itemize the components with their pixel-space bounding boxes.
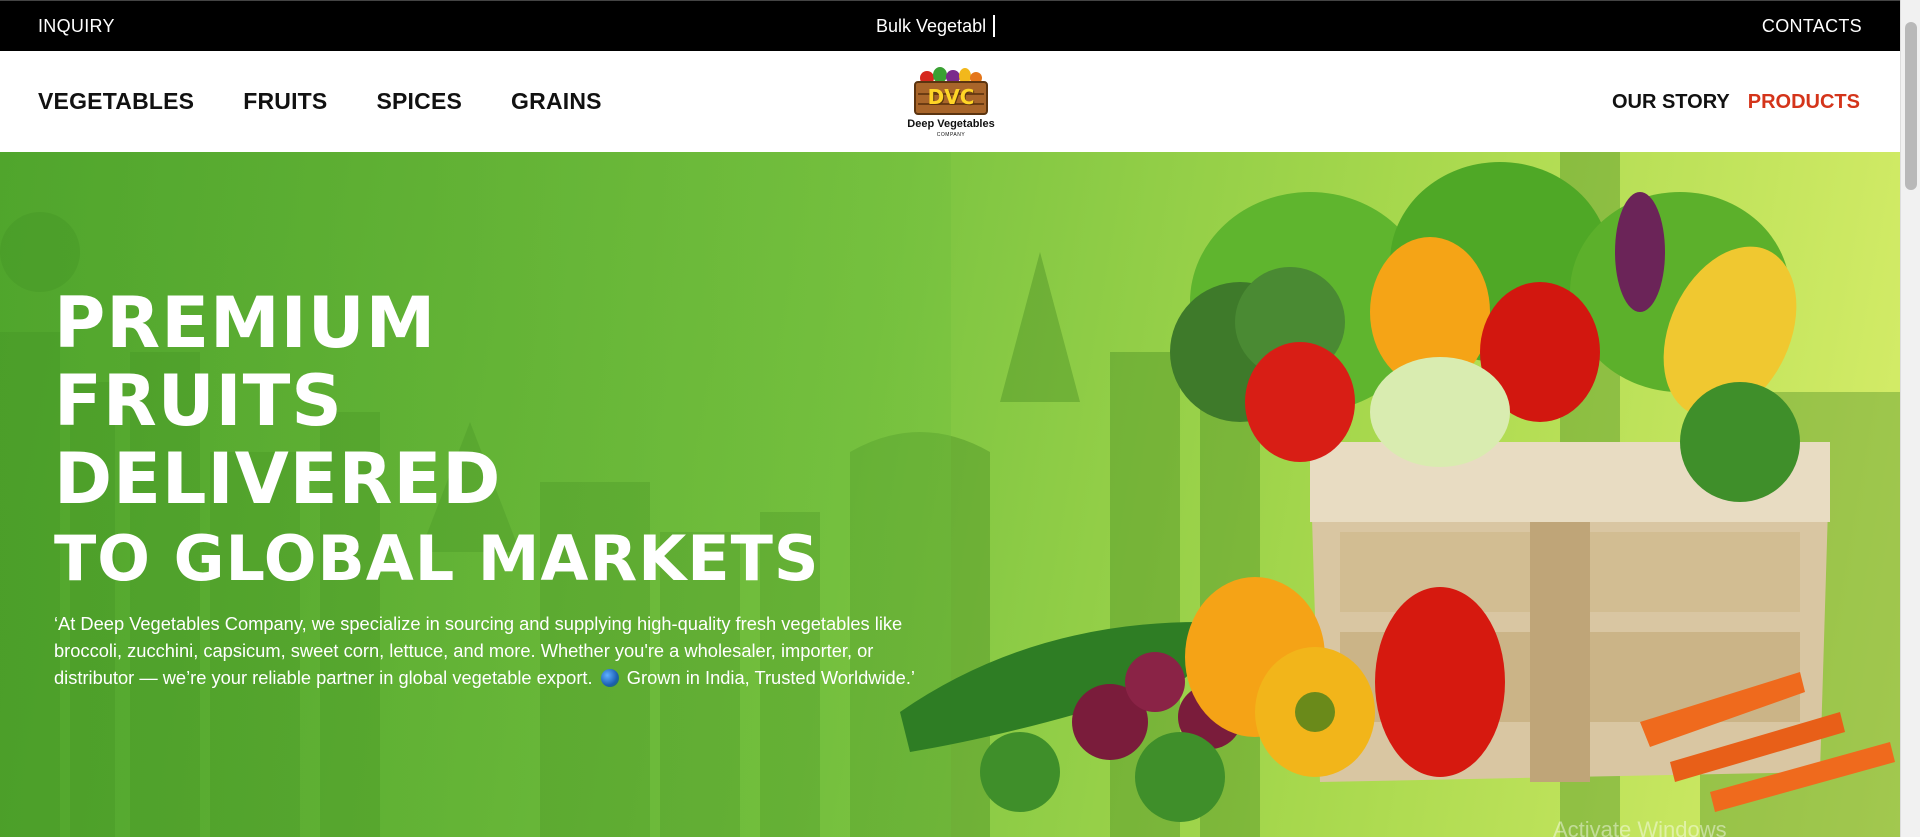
- top-bar: INQUIRY Bulk Vegetabl CONTACTS: [0, 0, 1900, 51]
- logo-name: Deep Vegetables: [907, 118, 995, 130]
- scrollbar-thumb[interactable]: [1905, 22, 1917, 190]
- activate-windows-watermark: Activate Windows: [1553, 817, 1727, 837]
- logo-sub: COMPANY: [936, 132, 966, 138]
- contacts-link[interactable]: CONTACTS: [1762, 16, 1862, 37]
- right-menu: OUR STORY PRODUCTS: [1612, 91, 1860, 114]
- category-menu: VEGETABLES FRUITS SPICES GRAINS: [38, 88, 602, 115]
- nav-spices[interactable]: SPICES: [376, 88, 462, 115]
- nav-our-story[interactable]: OUR STORY: [1612, 91, 1730, 114]
- text-cursor: [993, 14, 996, 37]
- main-nav: VEGETABLES FRUITS SPICES GRAINS DVC Deep…: [0, 51, 1900, 152]
- hero-title-line2: FRUITS: [54, 360, 343, 442]
- globe-icon: [600, 669, 619, 687]
- hero-title-line4: TO GLOBAL MARKETS: [54, 522, 820, 595]
- page-scrollbar[interactable]: [1900, 0, 1920, 837]
- vegetable-crate-image: [900, 162, 1895, 822]
- typing-headline: Bulk Vegetabl: [876, 14, 996, 37]
- nav-vegetables[interactable]: VEGETABLES: [38, 88, 194, 115]
- hero-title-line1: PREMIUM: [54, 282, 437, 364]
- logo-mark: DVC: [927, 85, 975, 109]
- nav-products[interactable]: PRODUCTS: [1748, 91, 1860, 114]
- hero-tagline: Grown in India, Trusted Worldwide.’: [626, 667, 915, 688]
- hero-banner: PREMIUM FRUITS DELIVERED TO GLOBAL MARKE…: [0, 152, 1900, 837]
- hero-description: ‘At Deep Vegetables Company, we speciali…: [54, 610, 954, 691]
- hero-title-line3: DELIVERED: [54, 438, 502, 520]
- nav-grains[interactable]: GRAINS: [511, 88, 602, 115]
- inquiry-link[interactable]: INQUIRY: [38, 16, 115, 37]
- nav-fruits[interactable]: FRUITS: [243, 88, 327, 115]
- typing-text: Bulk Vegetabl: [876, 16, 987, 36]
- company-logo[interactable]: DVC Deep Vegetables COMPANY: [906, 65, 996, 139]
